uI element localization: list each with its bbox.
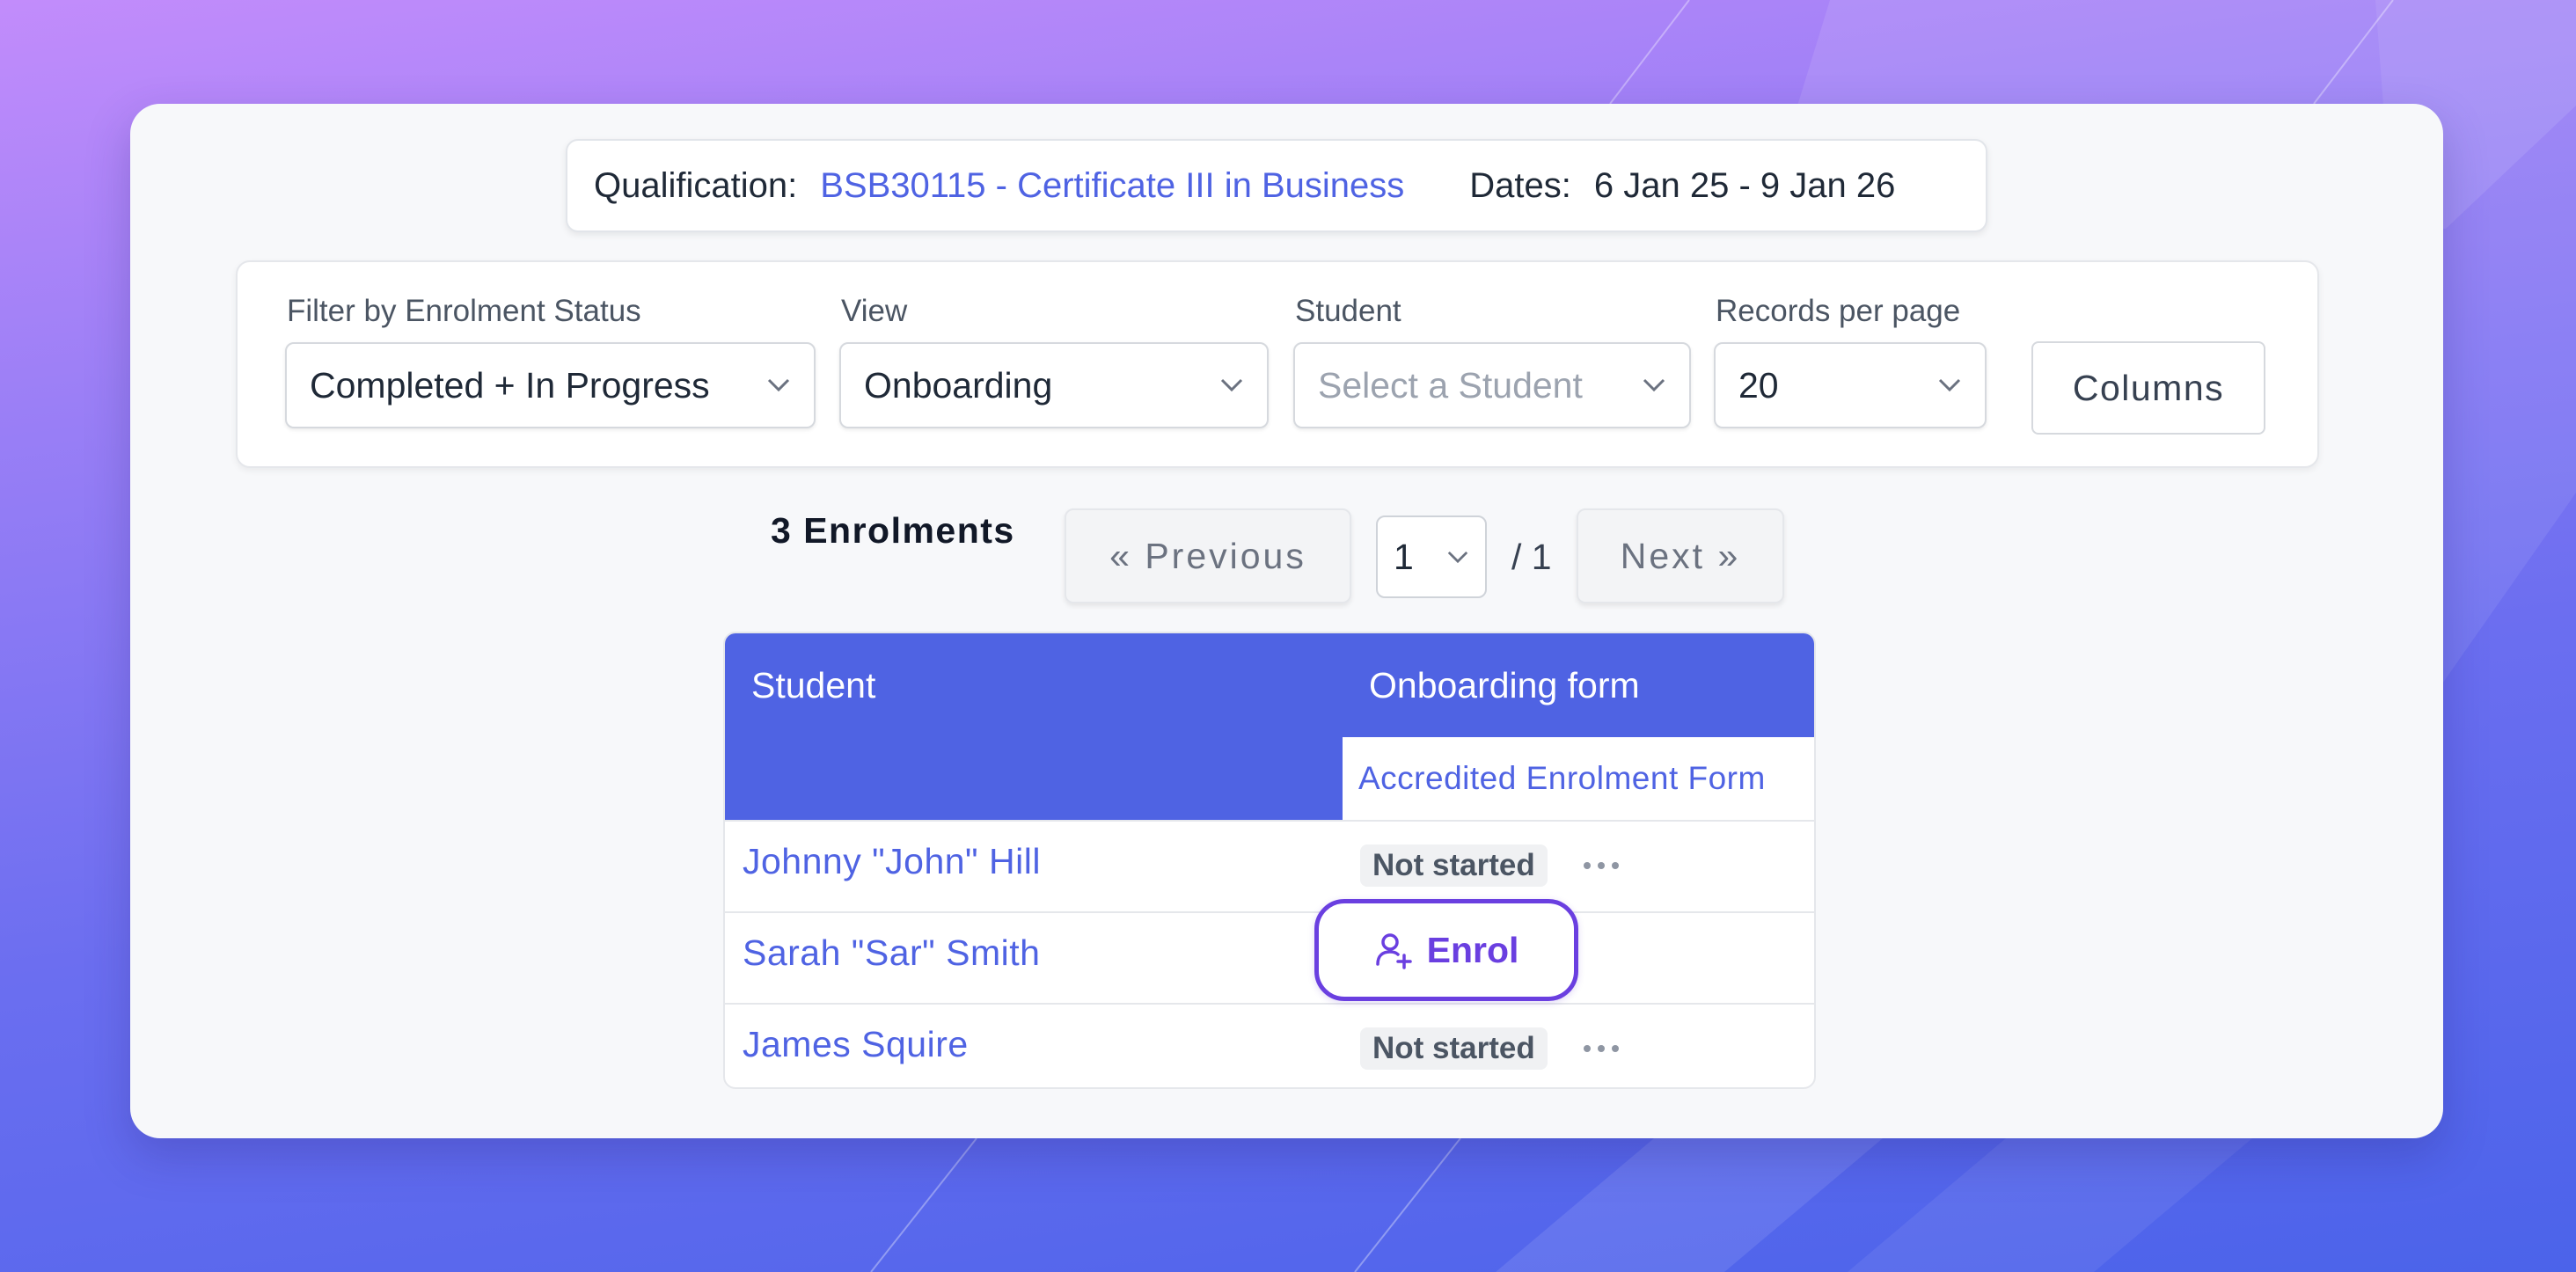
page-value: 1	[1394, 536, 1414, 577]
enrol-button-label: Enrol	[1426, 929, 1519, 970]
filter-panel: Filter by Enrolment Status Completed + I…	[236, 260, 2319, 468]
student-filter-label: Student	[1295, 294, 1401, 328]
add-user-icon	[1375, 933, 1412, 969]
status-badge: Not started	[1360, 844, 1548, 887]
next-page-button[interactable]: Next »	[1577, 508, 1784, 603]
enrol-button[interactable]: Enrol	[1314, 899, 1578, 1001]
column-header-onboarding-form[interactable]: Onboarding form	[1343, 633, 1814, 737]
table-row: Sarah "Sar" Smith	[725, 911, 1814, 1003]
dates-label: Dates:	[1469, 165, 1571, 205]
chevron-down-icon	[767, 378, 790, 392]
chevron-down-icon	[1938, 378, 1961, 392]
table-row: Johnny "John" Hill Not started	[725, 820, 1814, 911]
status-filter-select[interactable]: Completed + In Progress	[285, 342, 816, 428]
view-select[interactable]: Onboarding	[839, 342, 1269, 428]
qualification-link[interactable]: BSB30115 - Certificate III in Business	[820, 166, 1404, 206]
status-badge: Not started	[1360, 1027, 1548, 1070]
student-select[interactable]: Select a Student	[1293, 342, 1691, 428]
previous-page-button[interactable]: « Previous	[1065, 508, 1351, 603]
chevron-down-icon	[1643, 378, 1665, 392]
page-total: / 1	[1511, 537, 1552, 577]
enrolments-card: Qualification: BSB30115 - Certificate II…	[130, 104, 2443, 1138]
columns-button[interactable]: Columns	[2031, 341, 2265, 435]
column-header-student[interactable]: Student	[725, 633, 1343, 820]
enrolments-table: Student Onboarding form Accredited Enrol…	[723, 632, 1816, 1089]
qualification-label: Qualification:	[594, 165, 798, 205]
page-select[interactable]: 1	[1376, 515, 1487, 598]
status-filter-value: Completed + In Progress	[310, 364, 710, 406]
chevron-down-icon	[1220, 378, 1243, 392]
dates-value: 6 Jan 25 - 9 Jan 26	[1593, 165, 1896, 205]
student-name-link[interactable]: Johnny "John" Hill	[743, 841, 1041, 882]
qualification-summary: Qualification: BSB30115 - Certificate II…	[566, 139, 1987, 232]
view-filter-label: View	[841, 294, 908, 328]
student-name-link[interactable]: Sarah "Sar" Smith	[743, 932, 1040, 974]
student-select-placeholder: Select a Student	[1318, 364, 1583, 406]
table-row: James Squire Not started	[725, 1003, 1814, 1087]
more-options-icon[interactable]	[1584, 1045, 1619, 1054]
status-filter-label: Filter by Enrolment Status	[287, 294, 641, 328]
student-name-link[interactable]: James Squire	[743, 1024, 969, 1065]
view-value: Onboarding	[864, 364, 1053, 406]
enrolment-count: 3 Enrolments	[771, 510, 1015, 551]
more-options-icon[interactable]	[1584, 862, 1619, 871]
column-subheader-accredited-enrolment-form[interactable]: Accredited Enrolment Form	[1343, 737, 1814, 820]
chevron-down-icon	[1447, 551, 1468, 564]
records-per-page-select[interactable]: 20	[1714, 342, 1987, 428]
records-per-page-value: 20	[1738, 364, 1779, 406]
records-per-page-label: Records per page	[1716, 294, 1961, 328]
